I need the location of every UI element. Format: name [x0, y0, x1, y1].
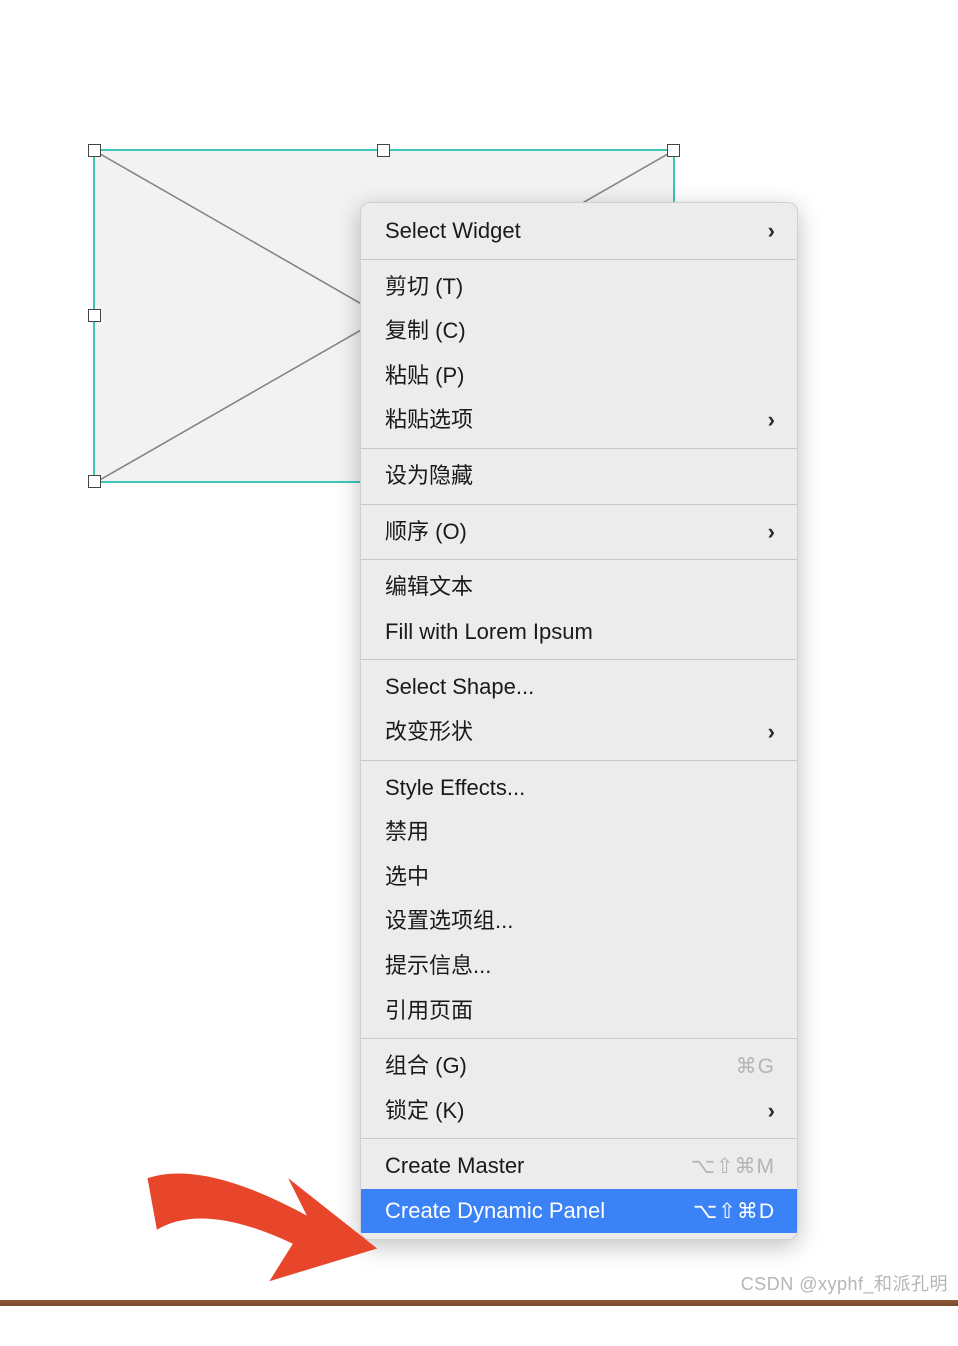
design-canvas[interactable]: Select Widget › 剪切 (T) 复制 (C) 粘贴 (P) 粘贴选… [0, 0, 958, 1346]
menu-separator [361, 1138, 797, 1139]
chevron-right-icon: › [768, 1097, 775, 1126]
resize-handle-middle-left[interactable] [88, 309, 101, 322]
chevron-right-icon: › [768, 518, 775, 547]
menu-label: Fill with Lorem Ipsum [385, 618, 775, 647]
resize-handle-bottom-left[interactable] [88, 475, 101, 488]
menu-shortcut: ⌥⇧⌘D [693, 1198, 775, 1225]
menu-label: 剪切 (T) [385, 273, 775, 302]
menu-separator [361, 448, 797, 449]
menu-label: Create Dynamic Panel [385, 1197, 693, 1226]
menu-label: 编辑文本 [385, 573, 775, 602]
menu-item-select-widget[interactable]: Select Widget › [361, 209, 797, 254]
menu-label: 禁用 [385, 818, 775, 847]
menu-item-selected[interactable]: 选中 [361, 855, 797, 900]
chevron-right-icon: › [768, 217, 775, 246]
menu-label: 锁定 (K) [385, 1097, 760, 1126]
menu-item-tooltip[interactable]: 提示信息... [361, 944, 797, 989]
menu-label: 改变形状 [385, 718, 760, 747]
menu-item-copy[interactable]: 复制 (C) [361, 309, 797, 354]
menu-item-change-shape[interactable]: 改变形状 › [361, 710, 797, 755]
menu-separator [361, 1038, 797, 1039]
menu-shortcut: ⌘G [736, 1053, 775, 1080]
menu-item-style-effects[interactable]: Style Effects... [361, 766, 797, 811]
menu-item-create-dynamic-panel[interactable]: Create Dynamic Panel ⌥⇧⌘D [361, 1189, 797, 1234]
menu-item-edit-text[interactable]: 编辑文本 [361, 565, 797, 610]
bottom-frame-bar [0, 1300, 958, 1306]
menu-item-reference-page[interactable]: 引用页面 [361, 989, 797, 1034]
menu-label: 粘贴选项 [385, 406, 760, 435]
annotation-arrow-icon [130, 1150, 390, 1300]
menu-item-disable[interactable]: 禁用 [361, 810, 797, 855]
menu-item-lock[interactable]: 锁定 (K) › [361, 1089, 797, 1134]
menu-label: Select Widget [385, 217, 760, 246]
menu-separator [361, 659, 797, 660]
menu-label: 顺序 (O) [385, 518, 760, 547]
chevron-right-icon: › [768, 406, 775, 435]
resize-handle-top-left[interactable] [88, 144, 101, 157]
menu-item-cut[interactable]: 剪切 (T) [361, 265, 797, 310]
menu-separator [361, 259, 797, 260]
menu-label: 设置选项组... [385, 907, 775, 936]
resize-handle-top-right[interactable] [667, 144, 680, 157]
menu-separator [361, 760, 797, 761]
watermark-text: CSDN @xyphf_和派孔明 [741, 1270, 948, 1296]
context-menu: Select Widget › 剪切 (T) 复制 (C) 粘贴 (P) 粘贴选… [360, 202, 798, 1240]
chevron-right-icon: › [768, 718, 775, 747]
menu-item-paste-options[interactable]: 粘贴选项 › [361, 398, 797, 443]
menu-item-paste[interactable]: 粘贴 (P) [361, 354, 797, 399]
menu-label: Select Shape... [385, 673, 775, 702]
menu-item-order[interactable]: 顺序 (O) › [361, 510, 797, 555]
menu-item-set-hidden[interactable]: 设为隐藏 [361, 454, 797, 499]
resize-handle-top-center[interactable] [377, 144, 390, 157]
menu-item-create-master[interactable]: Create Master ⌥⇧⌘M [361, 1144, 797, 1189]
menu-label: 粘贴 (P) [385, 362, 775, 391]
menu-label: 引用页面 [385, 997, 775, 1026]
menu-label: 复制 (C) [385, 317, 775, 346]
menu-label: 选中 [385, 863, 775, 892]
menu-shortcut: ⌥⇧⌘M [691, 1153, 775, 1180]
menu-label: 设为隐藏 [385, 462, 775, 491]
menu-label: 提示信息... [385, 952, 775, 981]
menu-item-group[interactable]: 组合 (G) ⌘G [361, 1044, 797, 1089]
menu-label: 组合 (G) [385, 1052, 736, 1081]
menu-item-select-shape[interactable]: Select Shape... [361, 665, 797, 710]
menu-item-fill-lorem[interactable]: Fill with Lorem Ipsum [361, 610, 797, 655]
menu-separator [361, 504, 797, 505]
menu-label: Style Effects... [385, 774, 775, 803]
menu-label: Create Master [385, 1152, 691, 1181]
menu-separator [361, 559, 797, 560]
menu-item-set-option-group[interactable]: 设置选项组... [361, 899, 797, 944]
